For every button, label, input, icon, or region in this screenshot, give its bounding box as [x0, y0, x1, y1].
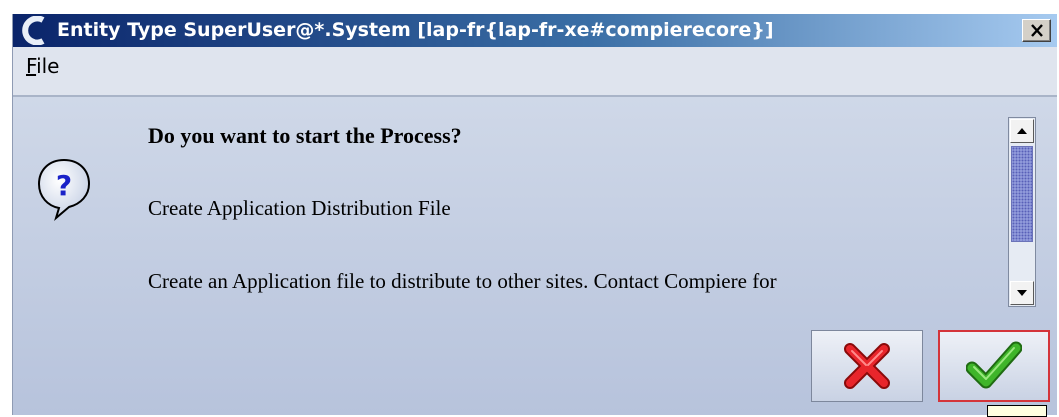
message-area: Do you want to start the Process? Create…: [148, 97, 1003, 315]
compiere-logo-icon: [22, 16, 45, 45]
red-x-icon: [844, 343, 890, 389]
arrow-up-icon: [1017, 128, 1027, 134]
process-question: Do you want to start the Process?: [148, 123, 462, 148]
ok-button[interactable]: [938, 330, 1050, 402]
process-dialog-window: Entity Type SuperUser@*.System [lap-fr{l…: [12, 14, 1057, 415]
svg-text:?: ?: [56, 169, 72, 202]
process-name: Create Application Distribution File: [148, 196, 451, 220]
dialog-content: ? Do you want to start the Process? Crea…: [13, 97, 1057, 415]
scroll-down-button[interactable]: [1010, 281, 1034, 305]
cancel-button[interactable]: [811, 330, 923, 402]
menu-file-label: ile: [36, 54, 60, 78]
close-button[interactable]: [1022, 19, 1051, 42]
green-check-icon: [966, 341, 1022, 389]
process-description: Create an Application file to distribute…: [148, 269, 777, 293]
close-x-icon: [1030, 24, 1043, 37]
tooltip: [987, 405, 1047, 417]
scroll-up-button[interactable]: [1010, 119, 1034, 143]
title-bar[interactable]: Entity Type SuperUser@*.System [lap-fr{l…: [13, 14, 1057, 47]
menu-file-mnemonic: F: [26, 54, 37, 78]
window-title: Entity Type SuperUser@*.System [lap-fr{l…: [57, 19, 774, 41]
message-scrollbar[interactable]: [1008, 117, 1036, 307]
menu-bar: File: [13, 47, 1057, 97]
question-mark-icon: ?: [37, 158, 91, 221]
menu-file[interactable]: File: [26, 54, 59, 78]
scroll-thumb[interactable]: [1011, 146, 1033, 242]
arrow-down-icon: [1017, 290, 1027, 296]
